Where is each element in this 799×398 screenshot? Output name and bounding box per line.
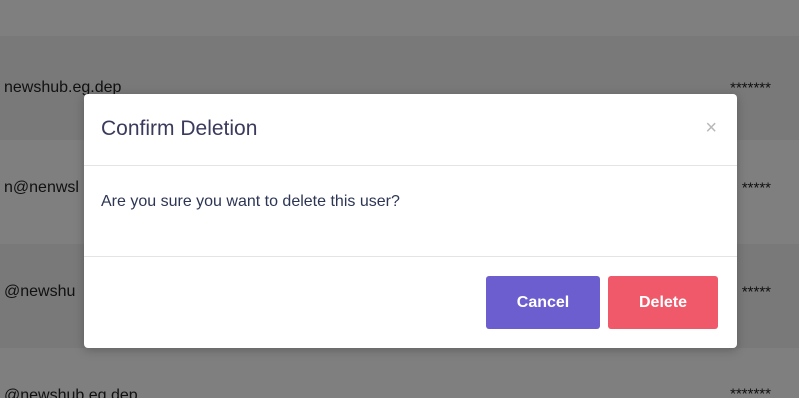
page: newshub.eg.dep ******* n@nenwsl ***** @n… (0, 0, 799, 398)
modal-body: Are you sure you want to delete this use… (84, 166, 737, 257)
modal-footer: Cancel Delete (84, 257, 737, 348)
cancel-button[interactable]: Cancel (486, 276, 600, 329)
delete-button[interactable]: Delete (608, 276, 718, 329)
close-icon[interactable]: × (705, 118, 717, 138)
confirm-delete-modal: Confirm Deletion × Are you sure you want… (84, 94, 737, 348)
modal-header: Confirm Deletion × (84, 94, 737, 166)
modal-title: Confirm Deletion (101, 117, 258, 140)
modal-message: Are you sure you want to delete this use… (101, 193, 400, 210)
